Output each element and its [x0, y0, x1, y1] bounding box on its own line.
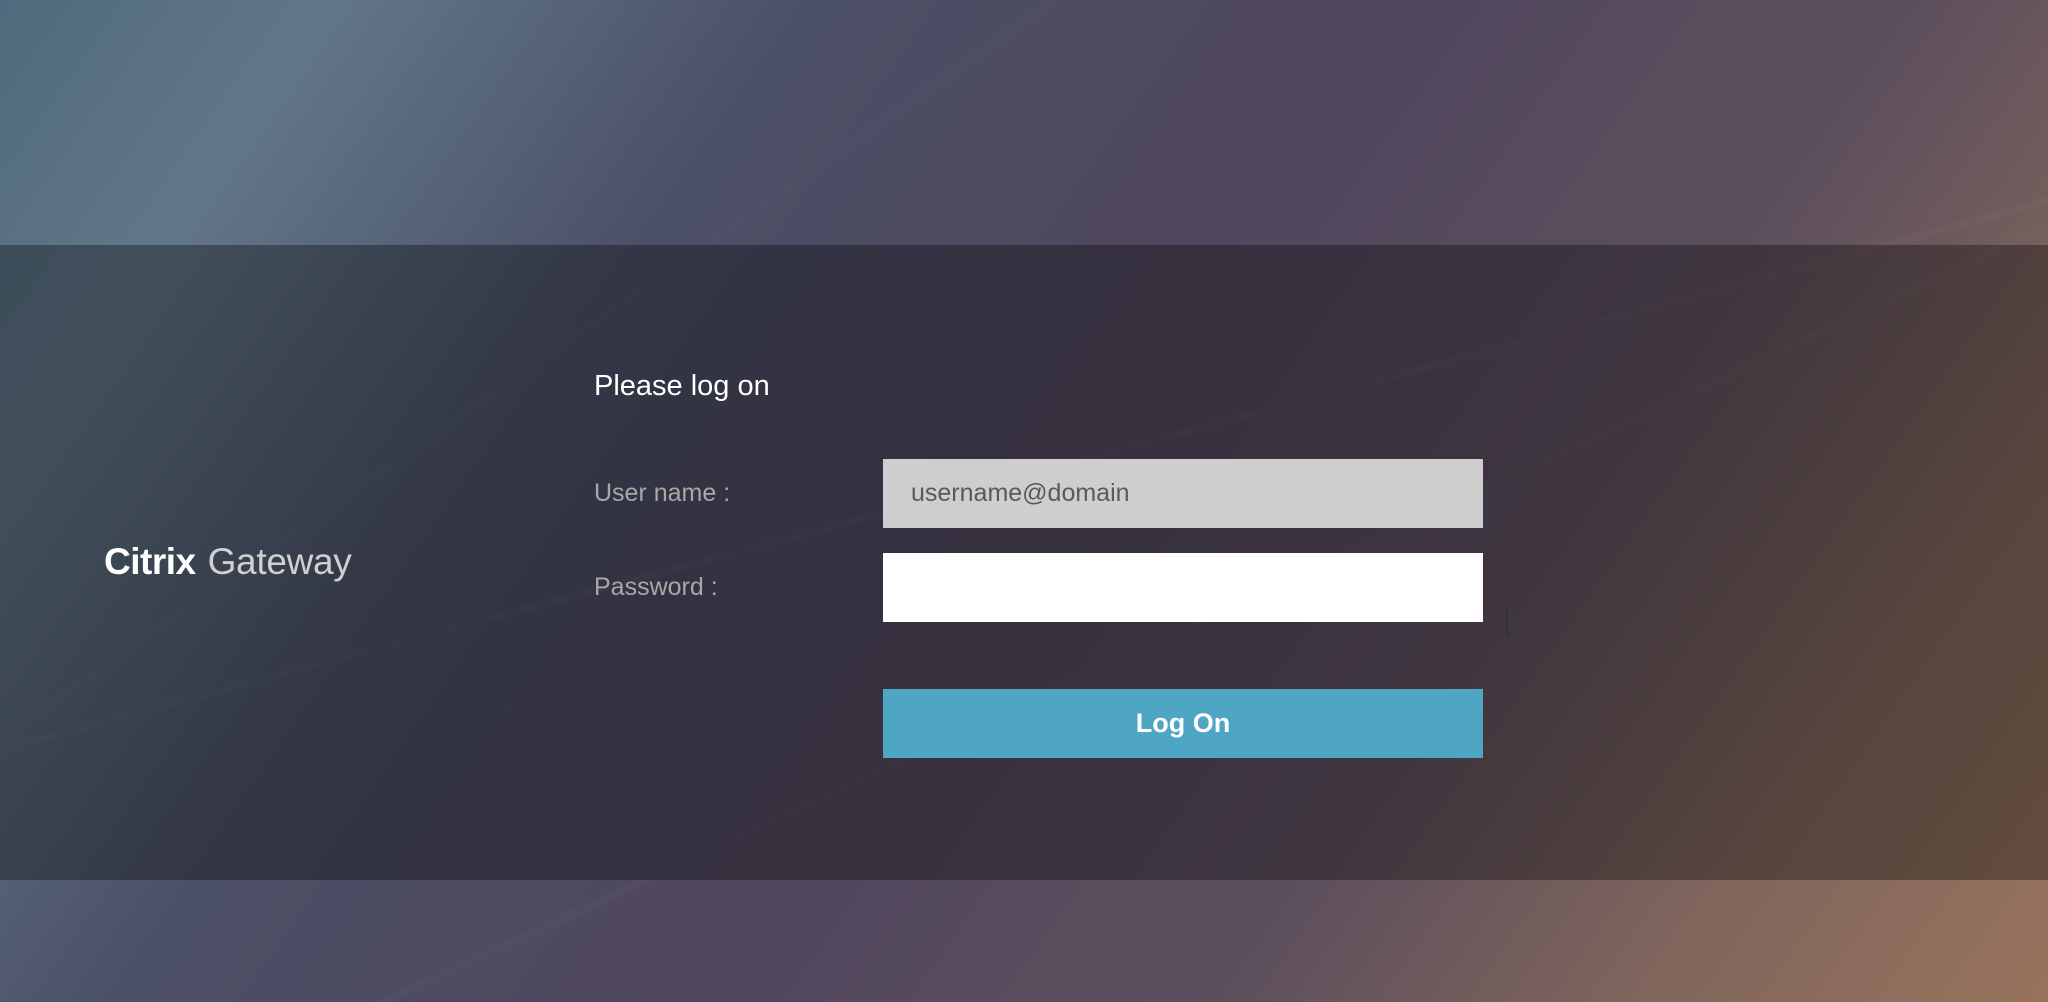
text-cursor-icon — [1506, 604, 1508, 636]
username-label: User name : — [594, 479, 883, 508]
password-row: Password : — [594, 553, 1483, 622]
login-form: Please log on User name : Password : Log… — [594, 370, 1483, 758]
logon-button[interactable]: Log On — [883, 689, 1483, 758]
username-input[interactable] — [883, 459, 1483, 528]
password-label: Password : — [594, 573, 883, 602]
username-row: User name : — [594, 459, 1483, 528]
form-title: Please log on — [594, 370, 1483, 403]
logo-product: Gateway — [208, 541, 352, 583]
password-input[interactable] — [883, 553, 1483, 622]
product-logo: Citrix Gateway — [104, 541, 352, 583]
logo-brand: Citrix — [104, 541, 196, 583]
